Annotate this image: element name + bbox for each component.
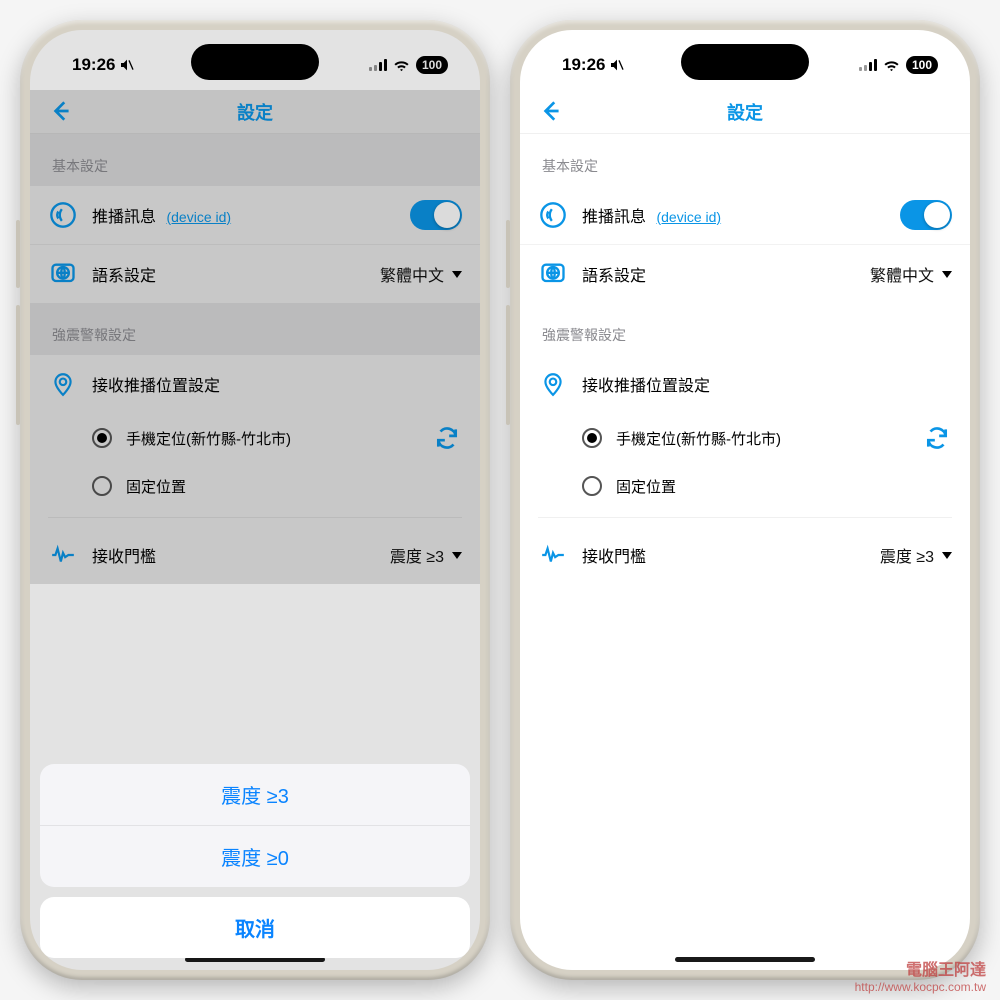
- threshold-label: 接收門檻: [92, 543, 390, 567]
- globe-icon: [538, 259, 568, 289]
- clock: 19:26: [562, 55, 605, 75]
- page-title: 設定: [727, 99, 763, 125]
- row-threshold[interactable]: 接收門檻 震度 ≥3: [520, 526, 970, 584]
- dynamic-island: [191, 44, 319, 80]
- push-label: 推播訊息: [582, 209, 646, 226]
- push-label: 推播訊息: [92, 209, 156, 226]
- radio-fixed-location-label: 固定位置: [126, 476, 186, 497]
- threshold-label: 接收門檻: [582, 543, 880, 567]
- battery-pill: 100: [416, 56, 448, 74]
- back-button[interactable]: [48, 98, 74, 124]
- row-push: 推播訊息 (device id): [520, 186, 970, 244]
- row-threshold[interactable]: 接收門檻 震度 ≥3: [30, 526, 480, 584]
- push-toggle[interactable]: [410, 200, 462, 230]
- threshold-value: 震度 ≥3: [390, 543, 444, 567]
- pin-icon: [538, 369, 568, 399]
- language-value: 繁體中文: [380, 262, 444, 286]
- chevron-down-icon: [942, 271, 952, 278]
- section-alert-header: 強震警報設定: [520, 303, 970, 355]
- wave-icon: [538, 540, 568, 570]
- radio-phone-location[interactable]: 手機定位(新竹縣-竹北市): [520, 413, 970, 463]
- signal-icon: [859, 59, 877, 71]
- clock: 19:26: [72, 55, 115, 75]
- row-language[interactable]: 語系設定 繁體中文: [30, 244, 480, 303]
- chevron-down-icon: [452, 271, 462, 278]
- phone-left: 19:26 100 設定 基本設定: [20, 20, 490, 980]
- radio-checked-icon: [582, 428, 602, 448]
- device-id-link[interactable]: (device id): [166, 209, 231, 225]
- radio-checked-icon: [92, 428, 112, 448]
- divider: [48, 517, 462, 518]
- language-label: 語系設定: [582, 262, 870, 286]
- row-location: 接收推播位置設定: [30, 355, 480, 413]
- battery-pill: 100: [906, 56, 938, 74]
- pin-icon: [48, 369, 78, 399]
- broadcast-icon: [48, 200, 78, 230]
- section-basic-header: 基本設定: [520, 134, 970, 186]
- radio-unchecked-icon: [92, 476, 112, 496]
- navbar: 設定: [520, 90, 970, 134]
- device-id-link[interactable]: (device id): [656, 209, 721, 225]
- globe-icon: [48, 259, 78, 289]
- action-sheet: 震度 ≥3 震度 ≥0 取消: [40, 764, 470, 958]
- wifi-icon: [393, 59, 410, 72]
- section-basic-header: 基本設定: [30, 134, 480, 186]
- mute-icon: [609, 57, 625, 73]
- refresh-button[interactable]: [432, 423, 462, 453]
- radio-phone-location-label: 手機定位(新竹縣-竹北市): [126, 428, 291, 449]
- sheet-option-0[interactable]: 震度 ≥0: [40, 825, 470, 887]
- row-location: 接收推播位置設定: [520, 355, 970, 413]
- signal-icon: [369, 59, 387, 71]
- push-toggle[interactable]: [900, 200, 952, 230]
- settings-content: 基本設定 推播訊息 (device id): [520, 134, 970, 970]
- threshold-value: 震度 ≥3: [880, 543, 934, 567]
- dynamic-island: [681, 44, 809, 80]
- back-button[interactable]: [538, 98, 564, 124]
- page-title: 設定: [237, 99, 273, 125]
- radio-phone-location-label: 手機定位(新竹縣-竹北市): [616, 428, 781, 449]
- row-language[interactable]: 語系設定 繁體中文: [520, 244, 970, 303]
- language-label: 語系設定: [92, 262, 380, 286]
- radio-fixed-location[interactable]: 固定位置: [520, 463, 970, 509]
- divider: [538, 517, 952, 518]
- radio-fixed-location-label: 固定位置: [616, 476, 676, 497]
- broadcast-icon: [538, 200, 568, 230]
- refresh-button[interactable]: [922, 423, 952, 453]
- section-alert-header: 強震警報設定: [30, 303, 480, 355]
- row-push: 推播訊息 (device id): [30, 186, 480, 244]
- sheet-option-3[interactable]: 震度 ≥3: [40, 764, 470, 825]
- wave-icon: [48, 540, 78, 570]
- radio-phone-location[interactable]: 手機定位(新竹縣-竹北市): [30, 413, 480, 463]
- language-value: 繁體中文: [870, 262, 934, 286]
- home-indicator[interactable]: [675, 957, 815, 962]
- location-label: 接收推播位置設定: [582, 372, 952, 396]
- chevron-down-icon: [942, 552, 952, 559]
- mute-icon: [119, 57, 135, 73]
- radio-fixed-location[interactable]: 固定位置: [30, 463, 480, 509]
- phone-right: 19:26 100 設定 基本設定: [510, 20, 980, 980]
- chevron-down-icon: [452, 552, 462, 559]
- navbar: 設定: [30, 90, 480, 134]
- wifi-icon: [883, 59, 900, 72]
- sheet-cancel[interactable]: 取消: [40, 897, 470, 958]
- location-label: 接收推播位置設定: [92, 372, 462, 396]
- radio-unchecked-icon: [582, 476, 602, 496]
